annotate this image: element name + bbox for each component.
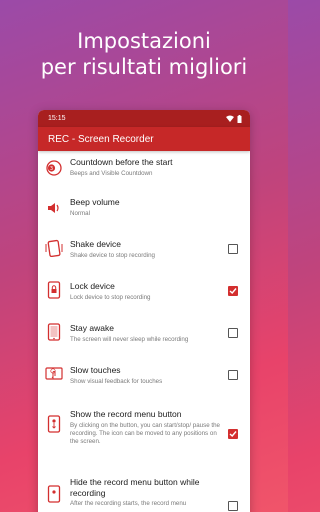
stay-awake-checkbox[interactable] — [228, 328, 238, 338]
setting-slow-touches[interactable]: Slow touches Show visual feedback for to… — [38, 365, 250, 397]
setting-subtitle: Shake device to stop recording — [70, 251, 155, 259]
show-record-button-checkbox[interactable] — [228, 429, 238, 439]
setting-subtitle: By clicking on the button, you can start… — [70, 421, 220, 445]
touch-icon — [45, 365, 63, 383]
record-button-icon — [45, 415, 63, 433]
setting-title: Hide the record menu button while record… — [70, 477, 200, 498]
headline: Impostazioni per risultati migliori — [0, 28, 288, 80]
status-icons — [226, 114, 242, 123]
setting-subtitle: Lock device to stop recording — [70, 293, 151, 301]
setting-title: Show the record menu button — [70, 409, 182, 419]
setting-shake-device[interactable]: Shake device Shake device to stop record… — [38, 239, 250, 271]
battery-icon — [237, 114, 242, 123]
setting-subtitle: The screen will never sleep while record… — [70, 335, 189, 343]
headline-line-2: per risultati migliori — [40, 55, 248, 79]
setting-hide-record-button[interactable]: Hide the record menu button while record… — [38, 477, 250, 512]
status-bar: 15:15 — [38, 110, 250, 127]
slow-touches-checkbox[interactable] — [228, 370, 238, 380]
setting-beep-volume[interactable]: Beep volume Normal — [38, 197, 250, 227]
setting-title: Stay awake — [70, 323, 114, 333]
setting-title: Slow touches — [70, 365, 121, 375]
setting-show-record-button[interactable]: Show the record menu button By clicking … — [38, 409, 250, 463]
phone-screen: 15:15 REC - Screen Recorder 3 Countdown … — [38, 110, 250, 512]
setting-stay-awake[interactable]: Stay awake The screen will never sleep w… — [38, 323, 250, 355]
lock-device-checkbox[interactable] — [228, 286, 238, 296]
setting-subtitle: Normal — [70, 209, 90, 217]
setting-title: Lock device — [70, 281, 115, 291]
app-title: REC - Screen Recorder — [48, 133, 154, 145]
setting-title: Countdown before the start — [70, 157, 173, 167]
setting-subtitle: Show visual feedback for touches — [70, 377, 163, 385]
setting-lock-device[interactable]: Lock device Lock device to stop recordin… — [38, 281, 250, 313]
wifi-icon — [226, 115, 234, 122]
shake-icon — [45, 239, 63, 257]
status-time: 15:15 — [48, 115, 66, 122]
hide-button-icon — [45, 485, 63, 503]
lock-icon — [45, 281, 63, 299]
setting-title: Beep volume — [70, 197, 120, 207]
countdown-icon: 3 — [45, 159, 63, 177]
setting-countdown[interactable]: 3 Countdown before the start Beeps and V… — [38, 157, 250, 191]
shake-device-checkbox[interactable] — [228, 244, 238, 254]
headline-line-1: Impostazioni — [77, 29, 211, 53]
app-bar: REC - Screen Recorder — [38, 127, 250, 151]
stay-awake-icon — [45, 323, 63, 341]
svg-text:3: 3 — [50, 166, 53, 172]
volume-icon — [45, 199, 63, 217]
setting-subtitle: Beeps and Visible Countdown — [70, 169, 153, 177]
setting-subtitle: After the recording starts, the record m… — [70, 500, 187, 507]
hide-record-button-checkbox[interactable] — [228, 501, 238, 511]
setting-title: Shake device — [70, 239, 122, 249]
